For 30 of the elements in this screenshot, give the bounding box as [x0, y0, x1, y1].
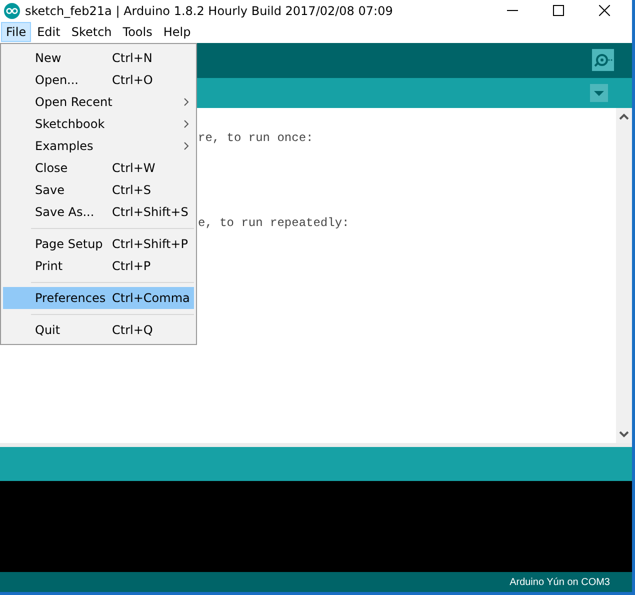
- menu-bar-item[interactable]: Edit: [32, 22, 66, 42]
- menu-item[interactable]: Save Ctrl+S: [3, 179, 194, 201]
- menu-bar-item[interactable]: Help: [158, 22, 196, 42]
- scroll-up-icon[interactable]: [619, 112, 629, 121]
- magnifier-icon[interactable]: [592, 49, 614, 72]
- menu-item[interactable]: Page Setup Ctrl+Shift+P: [3, 233, 194, 255]
- menu-item[interactable]: Preferences Ctrl+Comma: [3, 287, 194, 309]
- menu-item[interactable]: Close Ctrl+W: [3, 157, 194, 179]
- scrollbar[interactable]: [616, 108, 632, 444]
- infinity-logo-icon: [4, 2, 20, 19]
- menu-item[interactable]: Examples: [3, 135, 194, 157]
- scroll-down-icon[interactable]: [619, 430, 629, 438]
- code-line: re, to run once:: [198, 130, 314, 145]
- menu-item[interactable]: New Ctrl+N: [3, 47, 194, 69]
- board-port-label: Arduino Yún on COM3: [510, 576, 610, 588]
- close-icon[interactable]: [599, 5, 610, 16]
- menu-item[interactable]: Quit Ctrl+Q: [3, 319, 194, 341]
- chevron-right-icon: [184, 120, 189, 128]
- code-line: e, to run repeatedly:: [198, 216, 350, 230]
- menu-item[interactable]: Open... Ctrl+O: [3, 69, 194, 91]
- window-title: sketch_feb21a | Arduino 1.8.2 Hourly Build 2017/02/08 07:09: [25, 4, 393, 18]
- menu-bar-item[interactable]: Tools: [118, 22, 158, 42]
- chevron-right-icon: [184, 98, 189, 106]
- menu-item[interactable]: Sketchbook: [3, 113, 194, 135]
- menu-bar-item[interactable]: File: [1, 22, 32, 42]
- maximize-icon[interactable]: [553, 5, 564, 16]
- menu-item[interactable]: Save As... Ctrl+Shift+S: [3, 201, 194, 223]
- menu-bar-item[interactable]: Sketch: [66, 22, 117, 42]
- menu-item[interactable]: Print Ctrl+P: [3, 255, 194, 277]
- chevron-right-icon: [184, 142, 189, 150]
